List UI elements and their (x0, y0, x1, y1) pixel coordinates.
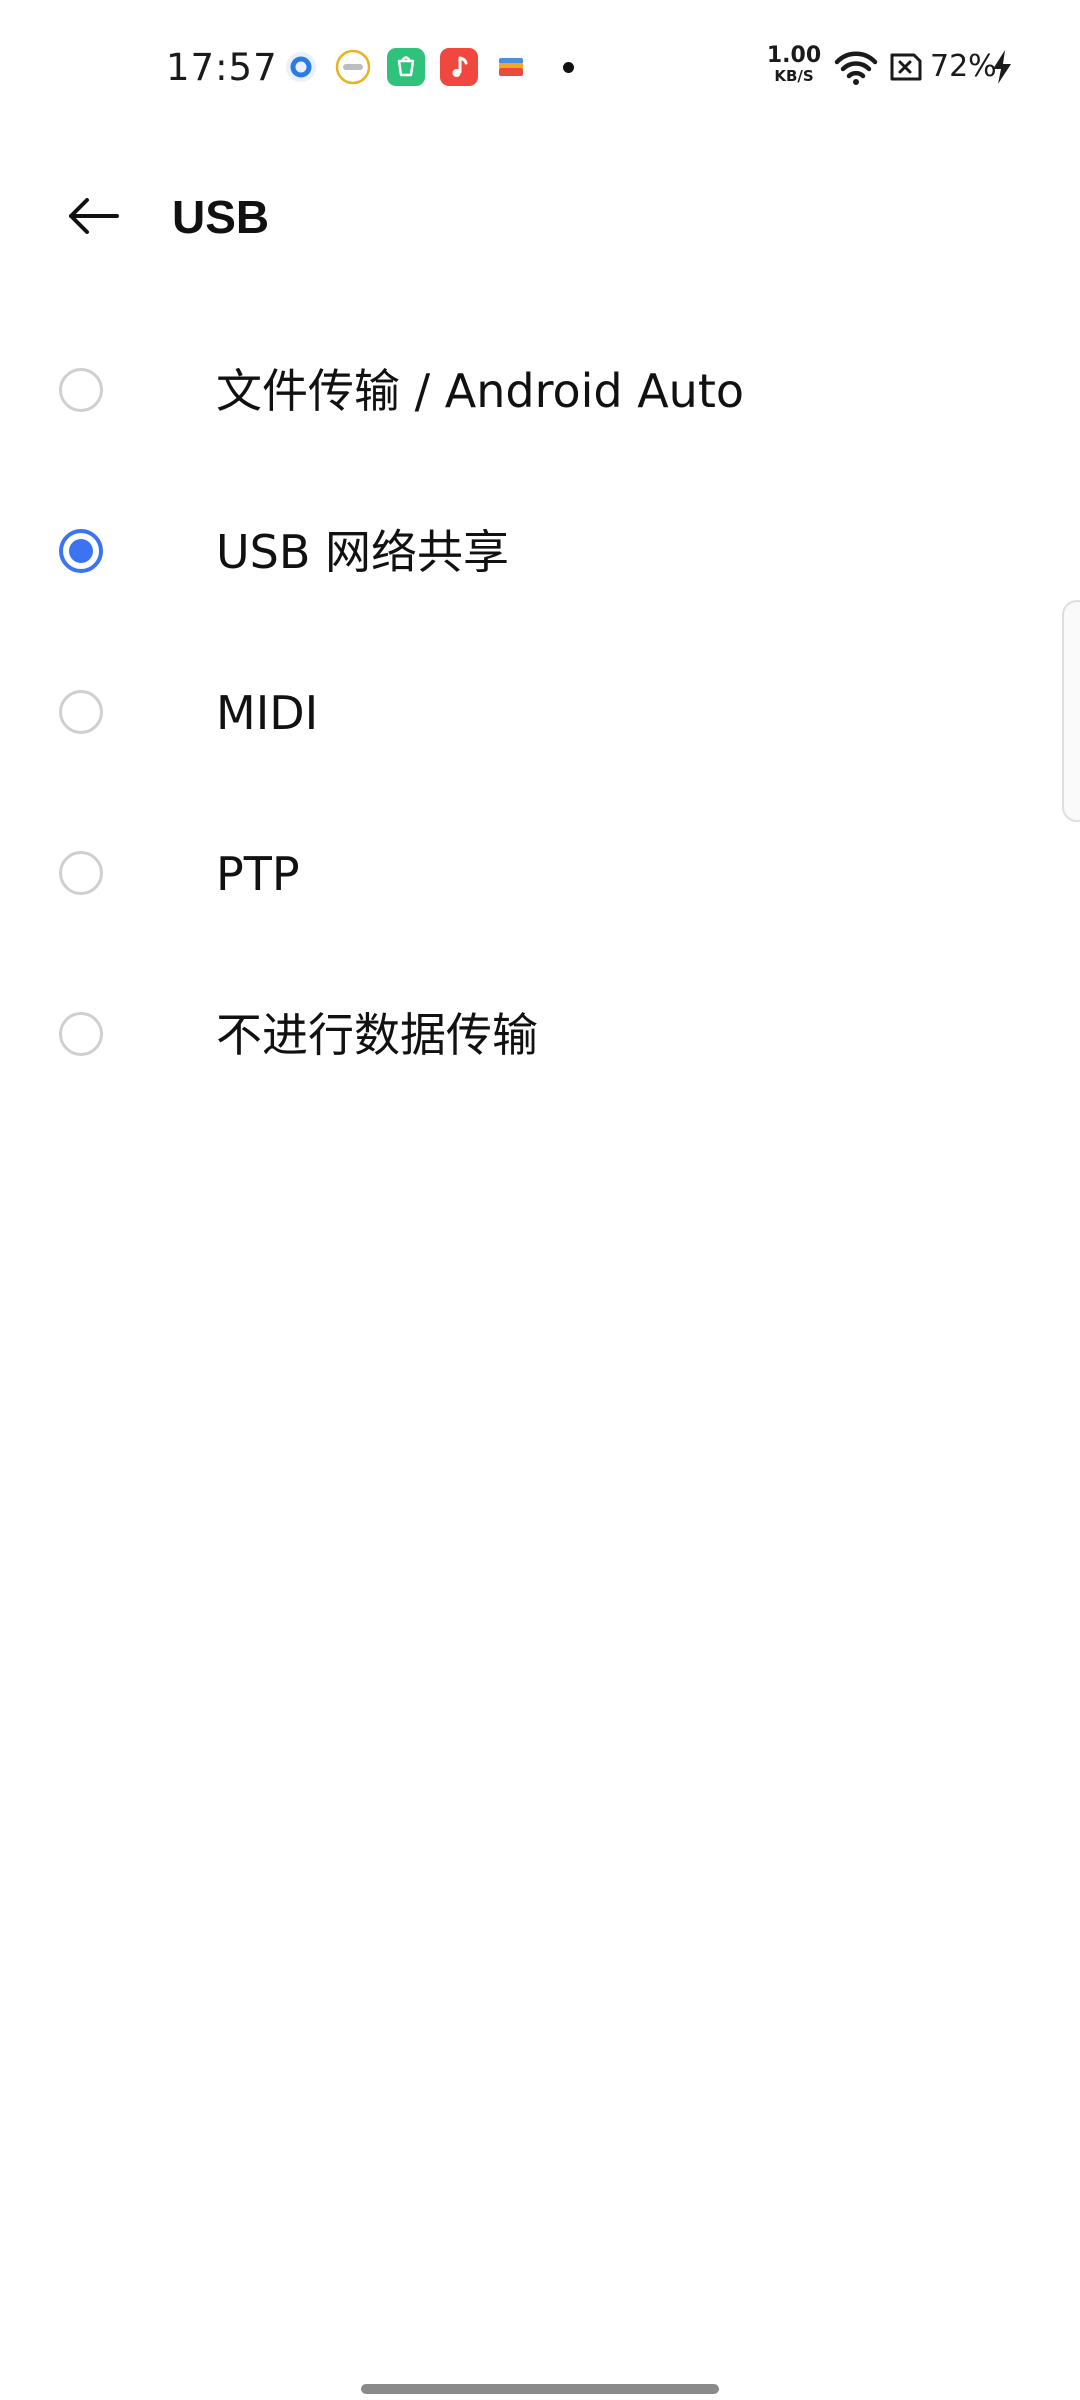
network-speed-value: 1.00 (766, 43, 822, 68)
radio-button[interactable] (59, 368, 103, 412)
realme-logo-icon (334, 48, 372, 86)
radio-button[interactable] (59, 529, 103, 573)
radio-button[interactable] (59, 851, 103, 895)
no-sim-icon (888, 50, 924, 84)
status-time: 17:57 (166, 46, 278, 89)
gesture-navigation-bar[interactable] (361, 2384, 719, 2394)
option-label: 文件传输 / Android Auto (216, 364, 745, 418)
back-button[interactable] (48, 182, 138, 254)
side-edge-panel-handle[interactable] (1062, 600, 1080, 822)
store-bag-icon (387, 48, 425, 86)
option-ptp[interactable]: PTP (0, 793, 1080, 954)
battery-percent: 72% (930, 49, 997, 84)
option-usb-tethering[interactable]: USB 网络共享 (0, 471, 1080, 632)
notif-app-blue-circle-icon (282, 48, 320, 86)
option-label: USB 网络共享 (216, 525, 510, 579)
charging-bolt-icon (990, 48, 1014, 86)
radio-button[interactable] (59, 1012, 103, 1056)
status-bar: 17:57 1.00 KB/S 72% (0, 0, 1080, 136)
wifi-icon (834, 48, 878, 86)
network-speed-unit: KB/S (774, 67, 814, 85)
option-label: MIDI (216, 686, 319, 740)
radio-button[interactable] (59, 690, 103, 734)
option-midi[interactable]: MIDI (0, 632, 1080, 793)
wallet-card-icon (492, 48, 530, 86)
app-header: USB (0, 160, 1080, 270)
usb-mode-options: 文件传输 / Android Auto USB 网络共享 MIDI PTP 不进… (0, 310, 1080, 1115)
option-file-transfer[interactable]: 文件传输 / Android Auto (0, 310, 1080, 471)
option-label: PTP (216, 847, 300, 901)
option-label: 不进行数据传输 (216, 1008, 538, 1062)
more-notifications-dot (563, 62, 574, 73)
page-title: USB (172, 191, 270, 243)
network-speed: 1.00 KB/S (766, 43, 822, 85)
music-note-icon (440, 48, 478, 86)
option-no-data-transfer[interactable]: 不进行数据传输 (0, 954, 1080, 1115)
back-arrow-icon (65, 196, 121, 240)
